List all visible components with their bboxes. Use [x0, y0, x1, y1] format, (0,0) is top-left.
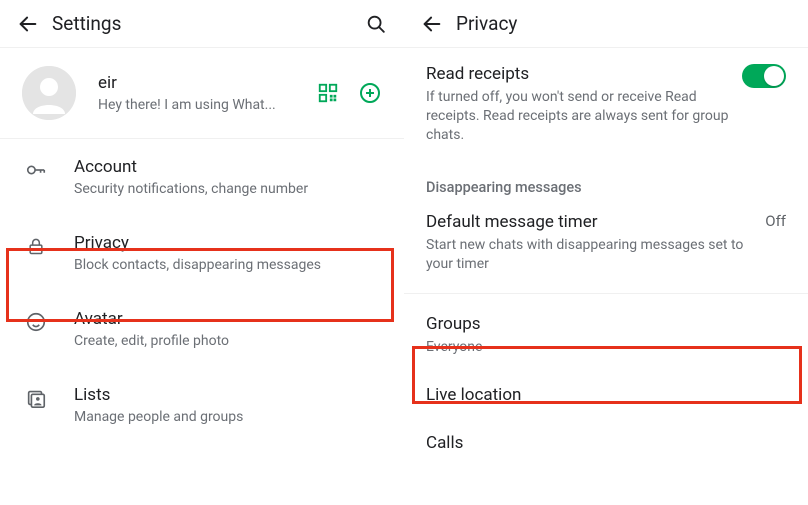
divider: [404, 293, 808, 294]
read-receipts-label: Read receipts: [426, 64, 730, 84]
default-message-timer-row[interactable]: Default message timer Start new chats wi…: [404, 202, 808, 290]
timer-desc: Start new chats with disappearing messag…: [426, 236, 753, 274]
avatar: [22, 66, 76, 120]
disappearing-section-label: Disappearing messages: [404, 161, 808, 202]
key-icon: [25, 159, 47, 181]
profile-text: eir Hey there! I am using What...: [98, 73, 314, 113]
settings-header: Settings: [0, 0, 404, 48]
live-location-label: Live location: [426, 385, 786, 405]
back-button[interactable]: [416, 8, 448, 40]
avatar-placeholder-icon: [22, 66, 76, 120]
arrow-left-icon: [17, 13, 39, 35]
privacy-pane: Privacy Read receipts If turned off, you…: [404, 0, 808, 505]
item-sub: Security notifications, change number: [74, 181, 384, 197]
timer-label: Default message timer: [426, 212, 753, 232]
profile-name: eir: [98, 73, 314, 93]
item-label: Avatar: [74, 309, 384, 329]
item-label: Lists: [74, 385, 384, 405]
settings-item-lists[interactable]: Lists Manage people and groups: [0, 367, 404, 443]
qr-code-button[interactable]: [314, 79, 342, 107]
lists-icon: [25, 387, 47, 409]
groups-label: Groups: [426, 314, 786, 334]
live-location-row[interactable]: Live location: [404, 371, 808, 419]
profile-row[interactable]: eir Hey there! I am using What...: [0, 48, 404, 139]
page-title: Privacy: [456, 12, 796, 35]
item-label: Account: [74, 157, 384, 177]
calls-label: Calls: [426, 433, 786, 453]
qr-code-icon: [317, 82, 339, 104]
read-receipts-toggle[interactable]: [742, 64, 786, 88]
face-icon: [25, 311, 47, 333]
search-button[interactable]: [360, 8, 392, 40]
privacy-header: Privacy: [404, 0, 808, 48]
settings-item-privacy[interactable]: Privacy Block contacts, disappearing mes…: [0, 215, 404, 291]
groups-row[interactable]: Groups Everyone: [404, 296, 808, 371]
search-icon: [365, 13, 387, 35]
timer-value: Off: [765, 212, 786, 230]
arrow-left-icon: [421, 13, 443, 35]
item-sub: Manage people and groups: [74, 409, 384, 425]
item-sub: Create, edit, profile photo: [74, 333, 384, 349]
add-account-button[interactable]: [356, 79, 384, 107]
profile-status: Hey there! I am using What...: [98, 97, 278, 113]
plus-circle-icon: [358, 81, 382, 105]
lock-icon: [26, 235, 46, 257]
profile-actions: [314, 79, 384, 107]
item-label: Privacy: [74, 233, 384, 253]
settings-item-account[interactable]: Account Security notifications, change n…: [0, 139, 404, 215]
item-sub: Block contacts, disappearing messages: [74, 257, 384, 273]
back-button[interactable]: [12, 8, 44, 40]
settings-pane: Settings eir Hey there! I am using What.…: [0, 0, 404, 505]
groups-value: Everyone: [426, 338, 786, 357]
read-receipts-desc: If turned off, you won't send or receive…: [426, 88, 730, 145]
settings-item-avatar[interactable]: Avatar Create, edit, profile photo: [0, 291, 404, 367]
read-receipts-row[interactable]: Read receipts If turned off, you won't s…: [404, 48, 808, 161]
page-title: Settings: [52, 12, 360, 35]
calls-row[interactable]: Calls: [404, 419, 808, 467]
